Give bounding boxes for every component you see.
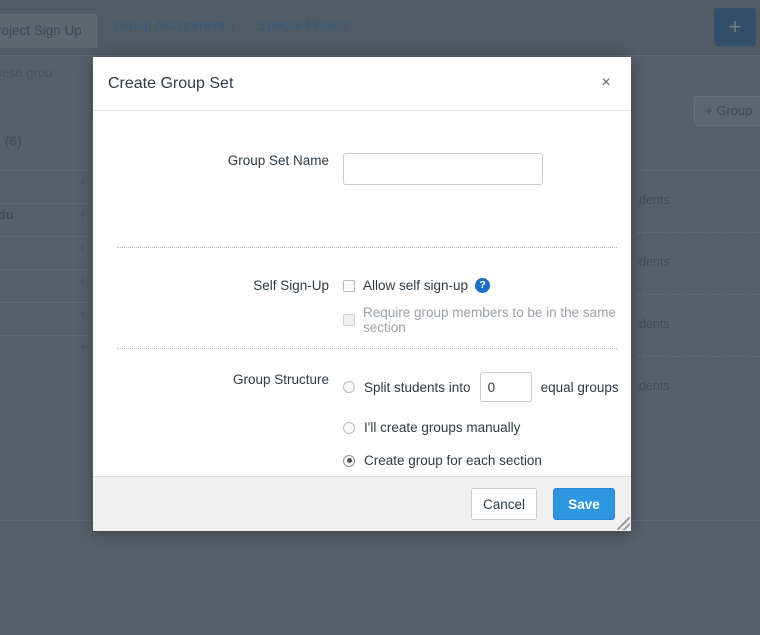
group-structure-row: Group Structure Split students into equa…: [93, 372, 631, 486]
manual-groups-option[interactable]: I'll create groups manually: [343, 420, 631, 435]
cancel-button[interactable]: Cancel: [471, 488, 537, 520]
split-students-option[interactable]: Split students into equal groups: [343, 372, 631, 402]
dialog-body: Group Set Name Self Sign-Up Allow self s…: [93, 111, 631, 476]
group-set-name-label: Group Set Name: [93, 153, 343, 185]
dialog-footer: Cancel Save: [93, 476, 631, 531]
self-signup-row: Self Sign-Up Allow self sign-up ? Requir…: [93, 278, 631, 347]
group-per-section-label: Create group for each section: [364, 453, 542, 468]
close-icon[interactable]: ×: [594, 71, 618, 95]
require-same-section-label: Require group members to be in the same …: [363, 305, 631, 335]
split-students-radio[interactable]: [343, 381, 355, 393]
manual-groups-label: I'll create groups manually: [364, 420, 520, 435]
divider: [117, 247, 617, 248]
help-icon[interactable]: ?: [475, 278, 490, 293]
split-students-suffix: equal groups: [541, 380, 619, 395]
resize-handle[interactable]: [617, 517, 630, 530]
allow-self-signup-label: Allow self sign-up: [363, 278, 468, 293]
require-same-section-checkbox[interactable]: [343, 314, 355, 326]
group-per-section-option[interactable]: Create group for each section: [343, 453, 631, 468]
dialog-header: Create Group Set ×: [93, 57, 631, 111]
manual-groups-radio[interactable]: [343, 422, 355, 434]
split-students-prefix: Split students into: [364, 380, 471, 395]
require-same-section-line: Require group members to be in the same …: [343, 305, 631, 335]
group-set-name-row: Group Set Name: [93, 153, 631, 185]
group-structure-label: Group Structure: [93, 372, 343, 486]
group-set-name-input[interactable]: [343, 153, 543, 185]
divider: [117, 348, 617, 349]
allow-self-signup-line: Allow self sign-up ?: [343, 278, 631, 293]
dialog-title: Create Group Set: [108, 75, 233, 93]
split-count-input[interactable]: [480, 372, 532, 402]
self-signup-label: Self Sign-Up: [93, 278, 343, 347]
group-per-section-radio[interactable]: [343, 455, 355, 467]
allow-self-signup-checkbox[interactable]: [343, 280, 355, 292]
save-button[interactable]: Save: [553, 488, 615, 520]
create-group-set-dialog: Create Group Set × Group Set Name Self S…: [93, 57, 631, 531]
